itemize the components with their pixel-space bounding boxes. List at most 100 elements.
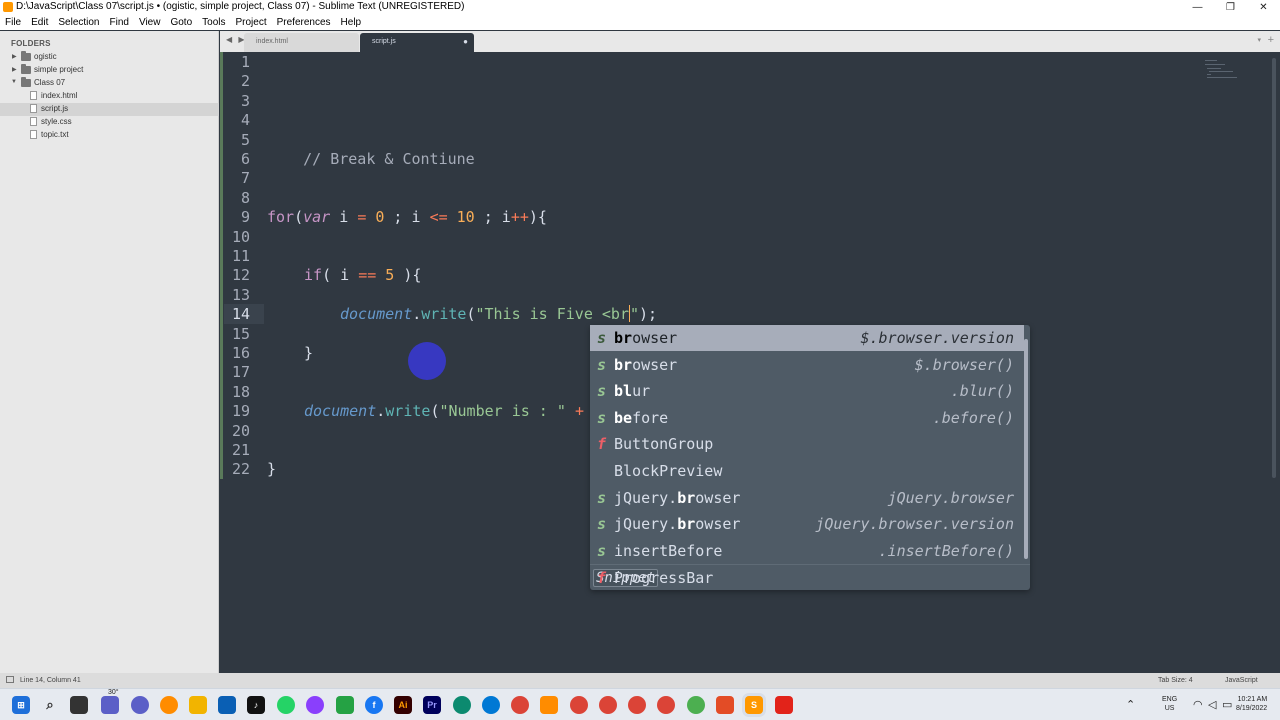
autocomplete-scrollbar[interactable] xyxy=(1024,339,1028,559)
code-token: document xyxy=(304,402,377,421)
autocomplete-item[interactable]: s browser $.browser.version xyxy=(590,325,1024,351)
menu-goto[interactable]: Goto xyxy=(165,15,197,30)
autocomplete-item[interactable]: s jQuery.browser jQuery.browser.version xyxy=(590,511,1024,537)
menu-edit[interactable]: Edit xyxy=(26,15,53,30)
chrome-profile-icon[interactable] xyxy=(336,696,354,714)
expand-arrow-icon[interactable]: ▶ xyxy=(12,66,17,73)
messenger-icon[interactable] xyxy=(306,696,324,714)
line-number: 8 xyxy=(240,188,250,207)
tab-dropdown-icon[interactable]: ▾ xyxy=(1257,36,1261,44)
autocomplete-item[interactable]: s browser $.browser() xyxy=(590,352,1024,378)
tray-overflow-icon[interactable]: ⌃ xyxy=(1126,698,1135,711)
minimize-button[interactable]: — xyxy=(1181,0,1214,15)
menu-preferences[interactable]: Preferences xyxy=(272,15,336,30)
file-explorer-icon[interactable] xyxy=(189,696,207,714)
chrome-icon-3[interactable] xyxy=(599,696,617,714)
expand-arrow-icon[interactable]: ▶ xyxy=(12,53,17,60)
code-token: <= xyxy=(429,208,448,227)
menu-file[interactable]: File xyxy=(0,15,26,30)
teams-icon[interactable] xyxy=(131,696,149,714)
whatsapp-icon[interactable] xyxy=(277,696,295,714)
code-token: 5 xyxy=(385,266,395,285)
folder-label: ogistic xyxy=(34,52,57,61)
new-tab-icon[interactable]: + xyxy=(1268,34,1274,46)
code-token: write xyxy=(385,402,431,421)
folder-simple-project[interactable]: ▶ simple project xyxy=(0,64,219,77)
language-indicator[interactable]: ENG US xyxy=(1162,695,1177,713)
facebook-icon[interactable]: f xyxy=(365,696,383,714)
line-number: 1 xyxy=(240,53,250,71)
menu-selection[interactable]: Selection xyxy=(53,15,104,30)
vertical-scrollbar[interactable] xyxy=(1272,58,1276,478)
file-style-css[interactable]: style.css xyxy=(0,116,219,129)
tab-size-selector[interactable]: Tab Size: 4 xyxy=(1158,677,1193,684)
completion-detail: .before() xyxy=(932,408,1014,427)
menu-project[interactable]: Project xyxy=(231,15,272,30)
menu-bar: File Edit Selection Find View Goto Tools… xyxy=(0,15,1280,30)
code-token: " xyxy=(630,305,640,324)
autocomplete-item[interactable]: s blur .blur() xyxy=(590,378,1024,404)
edge-icon[interactable] xyxy=(453,696,471,714)
chat-icon[interactable] xyxy=(101,696,119,714)
search-app-icon[interactable] xyxy=(160,696,178,714)
panel-toggle-icon[interactable] xyxy=(6,676,14,683)
sublime-text-taskbar-icon[interactable]: S xyxy=(745,696,763,714)
folder-label: Class 07 xyxy=(34,78,66,87)
code-token: ( i xyxy=(322,266,359,285)
code-token: ; i xyxy=(474,208,511,227)
menu-view[interactable]: View xyxy=(134,15,166,30)
line-number: 13 xyxy=(231,285,250,304)
chrome-icon-2[interactable] xyxy=(570,696,588,714)
battery-icon[interactable]: ▭ xyxy=(1222,698,1232,711)
menu-help[interactable]: Help xyxy=(336,15,367,30)
file-index-html[interactable]: index.html xyxy=(0,90,219,103)
close-button[interactable]: ✕ xyxy=(1247,0,1280,15)
minimap[interactable] xyxy=(1205,58,1245,80)
task-view-icon[interactable] xyxy=(70,696,88,714)
search-icon[interactable]: ⌕ xyxy=(41,696,59,714)
app-icon[interactable] xyxy=(540,696,558,714)
menu-find[interactable]: Find xyxy=(105,15,134,30)
file-script-js[interactable]: script.js xyxy=(0,103,219,116)
window-title: D:\JavaScript\Class 07\script.js • (ogis… xyxy=(16,1,465,12)
file-topic-txt[interactable]: topic.txt xyxy=(0,129,219,142)
clock[interactable]: 10:21 AM 8/19/2022 xyxy=(1236,695,1267,713)
start-menu-icon[interactable]: ⊞ xyxy=(12,696,30,714)
tab-script-js[interactable]: script.js ● xyxy=(360,33,474,52)
illustrator-icon[interactable]: Ai xyxy=(394,696,412,714)
autocomplete-item[interactable]: s insertBefore .insertBefore() xyxy=(590,538,1024,564)
premiere-icon[interactable]: Pr xyxy=(423,696,441,714)
cursor-position: Line 14, Column 41 xyxy=(20,677,81,684)
tab-index-html[interactable]: index.html xyxy=(244,33,359,52)
wifi-icon[interactable]: ◠ xyxy=(1193,698,1203,711)
code-token: ); xyxy=(639,305,658,324)
file-icon xyxy=(30,117,37,126)
chrome-icon-6[interactable] xyxy=(687,696,705,714)
chrome-icon-5[interactable] xyxy=(657,696,675,714)
edge-dev-icon[interactable] xyxy=(482,696,500,714)
tiktok-icon[interactable]: ♪ xyxy=(247,696,265,714)
chrome-icon-4[interactable] xyxy=(628,696,646,714)
maximize-button[interactable]: ❐ xyxy=(1214,0,1247,15)
weather-temp[interactable]: 30° xyxy=(108,689,119,696)
autocomplete-item[interactable]: f ButtonGroup xyxy=(590,431,1024,457)
collapse-arrow-icon[interactable]: ▼ xyxy=(11,79,17,85)
autocomplete-item[interactable]: f ProgressBar xyxy=(590,565,1024,591)
folder-class-07[interactable]: ▼ Class 07 xyxy=(0,77,219,90)
autocomplete-item[interactable]: s before .before() xyxy=(590,405,1024,431)
acrobat-icon[interactable] xyxy=(775,696,793,714)
html-app-icon[interactable] xyxy=(716,696,734,714)
folder-ogistic[interactable]: ▶ ogistic xyxy=(0,51,219,64)
volume-icon[interactable]: ◁ xyxy=(1208,698,1216,711)
menu-tools[interactable]: Tools xyxy=(197,15,230,30)
unsaved-dot-icon[interactable]: ● xyxy=(463,37,468,46)
sublime-app-icon xyxy=(3,2,13,12)
chrome-icon[interactable] xyxy=(511,696,529,714)
store-icon[interactable] xyxy=(218,696,236,714)
code-line-9: for(var i = 0 ; i <= 10 ; i++){ xyxy=(267,208,547,227)
syntax-selector[interactable]: JavaScript xyxy=(1225,677,1258,684)
autocomplete-item[interactable]: s jQuery.browser jQuery.browser xyxy=(590,485,1024,511)
file-icon xyxy=(30,104,37,113)
autocomplete-item[interactable]: BlockPreview xyxy=(590,458,1024,484)
line-number: 5 xyxy=(240,130,250,149)
